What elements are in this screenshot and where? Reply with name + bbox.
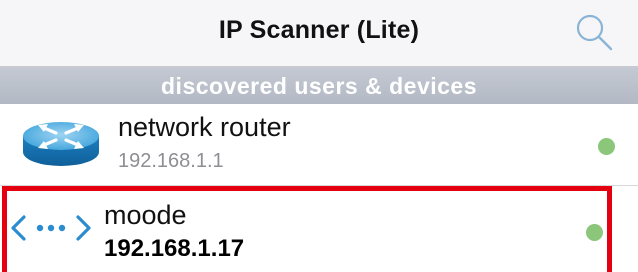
network-device-icon [11, 215, 91, 241]
app-window: IP Scanner (Lite) discovered users & dev… [0, 0, 638, 272]
section-title: discovered users & devices [161, 73, 477, 99]
device-name: moode [104, 200, 187, 230]
device-row-network-router[interactable]: network router 192.168.1.1 [0, 104, 638, 186]
online-status-indicator [586, 224, 603, 241]
section-header: discovered users & devices [0, 67, 638, 104]
device-ip: 192.168.1.17 [104, 235, 245, 262]
search-icon [576, 14, 613, 51]
search-button[interactable] [571, 12, 615, 52]
device-row-moode[interactable]: moode 192.168.1.17 [0, 186, 638, 272]
online-status-indicator [598, 138, 615, 155]
navigation-bar: IP Scanner (Lite) [0, 0, 638, 67]
router-icon [23, 122, 99, 166]
page-title: IP Scanner (Lite) [218, 16, 420, 44]
device-name: network router [118, 112, 291, 142]
device-ip: 192.168.1.1 [118, 150, 224, 172]
